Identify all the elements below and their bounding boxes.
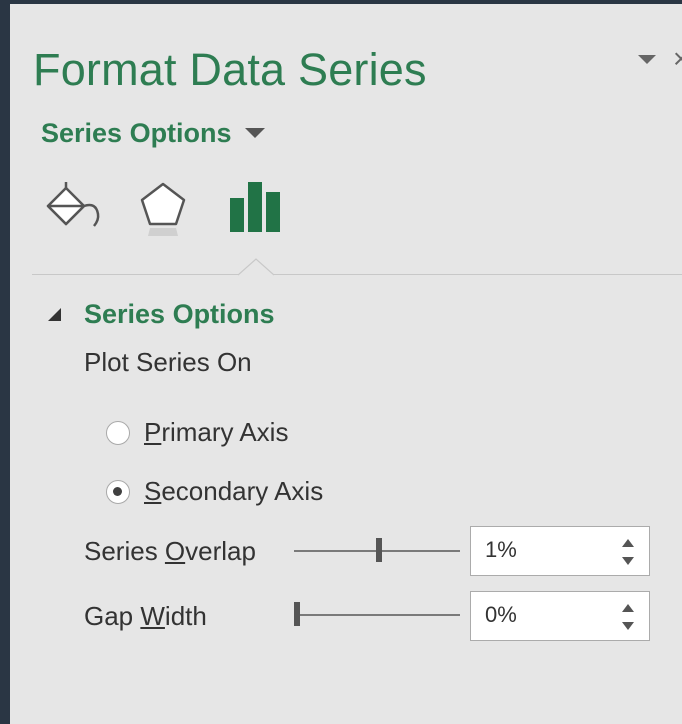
gap-width-value[interactable]: 0%: [485, 602, 517, 628]
spin-up-icon[interactable]: [621, 537, 635, 549]
pane-menu-dropdown-icon[interactable]: [636, 52, 658, 66]
series-options-menu[interactable]: Series Options: [41, 117, 266, 149]
slider-thumb[interactable]: [294, 602, 300, 626]
chevron-down-icon: [244, 128, 265, 138]
spin-down-icon[interactable]: [621, 555, 635, 567]
gap-width-spinbox[interactable]: 0%: [470, 591, 650, 641]
secondary-axis-radio-row[interactable]: Secondary Axis: [106, 476, 323, 507]
primary-axis-label: Primary Axis: [144, 417, 289, 447]
tab-divider: [32, 274, 682, 275]
format-data-series-pane: Format Data Series × Series Options Seri…: [10, 4, 682, 724]
series-options-menu-label: Series Options: [41, 117, 232, 148]
effects-tab-pentagon-icon[interactable]: [136, 178, 190, 238]
selected-tab-indicator: [238, 258, 274, 276]
spin-up-icon[interactable]: [621, 602, 635, 614]
series-overlap-label: Series Overlap: [84, 536, 256, 566]
series-options-tab-bar-chart-icon[interactable]: [228, 180, 284, 234]
series-overlap-value[interactable]: 1%: [485, 537, 517, 563]
secondary-axis-label: Secondary Axis: [144, 476, 324, 506]
fill-line-tab-paint-bucket-icon[interactable]: [44, 180, 102, 234]
primary-axis-radio[interactable]: [106, 420, 130, 445]
pane-title: Format Data Series: [33, 44, 427, 95]
slider-thumb[interactable]: [375, 538, 382, 562]
series-overlap-slider[interactable]: [294, 538, 460, 564]
section-title: Series Options: [84, 298, 275, 329]
gap-width-label: Gap Width: [84, 601, 207, 631]
slider-track: [294, 614, 460, 616]
secondary-axis-radio[interactable]: [106, 479, 130, 504]
collapse-triangle-icon: [48, 308, 61, 321]
close-icon[interactable]: ×: [673, 44, 682, 74]
gap-width-slider[interactable]: [294, 602, 460, 628]
plot-series-on-label: Plot Series On: [84, 347, 252, 377]
radio-selected-dot: [113, 486, 122, 496]
spin-down-icon[interactable]: [621, 620, 635, 632]
series-overlap-spinbox[interactable]: 1%: [470, 526, 650, 576]
series-options-section-header[interactable]: Series Options: [46, 298, 275, 330]
primary-axis-radio-row[interactable]: Primary Axis: [106, 417, 288, 448]
